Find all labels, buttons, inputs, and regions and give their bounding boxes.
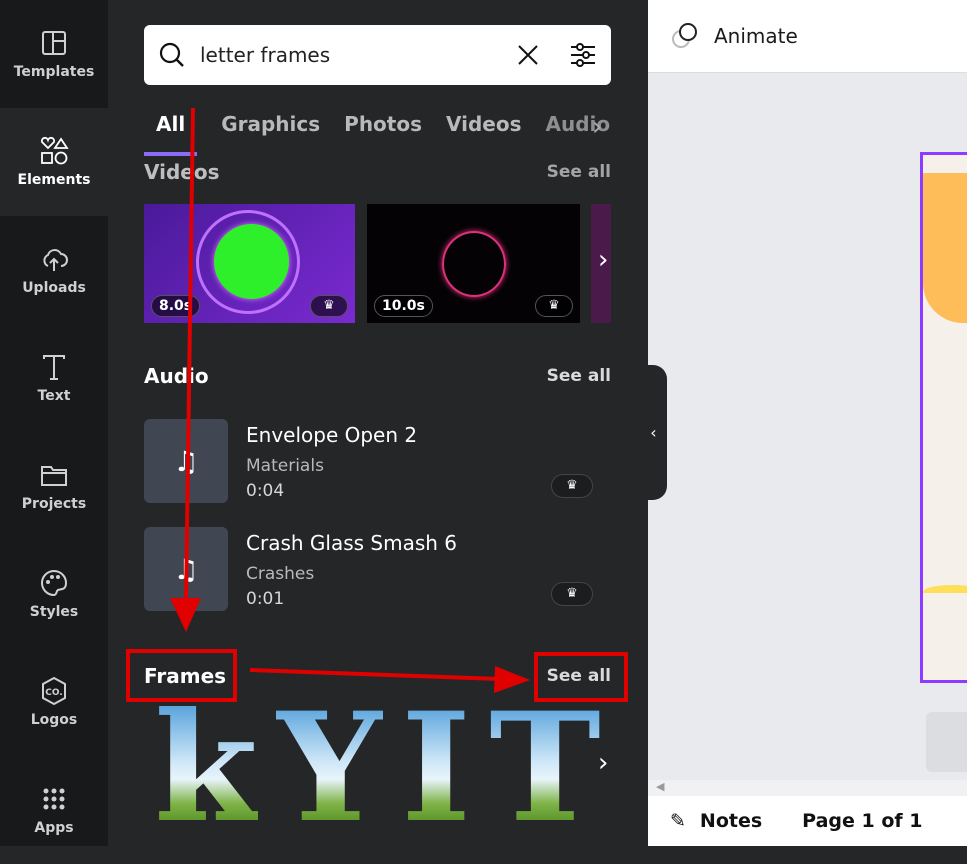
collapse-panel-button[interactable]: ‹ [640,365,667,500]
sidebar-item-label: Templates [13,64,95,80]
animate-button[interactable]: Animate [714,24,798,48]
music-note-icon: ♫ [144,419,228,503]
frames-section-header: Frames See all [144,664,611,688]
audio-category: Materials [246,456,324,476]
sidebar-item-templates[interactable]: Templates [0,0,108,108]
audio-duration: 0:04 [246,481,285,501]
sidebar-item-label: Apps [34,820,74,836]
sidebar-item-label: Uploads [22,280,86,296]
sidebar-item-projects[interactable]: Projects [0,432,108,540]
premium-crown-icon: ♛ [551,582,593,606]
tab-photos[interactable]: Photos [344,110,422,156]
section-title: Videos [144,160,220,184]
video-thumbnail[interactable]: 8.0s ♛ [144,204,355,323]
elements-panel: All Graphics Photos Videos Audio › Video… [108,0,648,846]
search-input[interactable] [200,43,517,67]
search-icon[interactable] [158,41,186,69]
audio-item[interactable]: ♫ Envelope Open 2 Materials 0:04 ♛ [144,419,611,504]
text-icon [43,355,65,380]
see-all-audio-link[interactable]: See all [547,366,611,386]
sidebar-item-text[interactable]: Text [0,324,108,432]
sidebar-item-label: Styles [29,604,79,620]
premium-crown-icon: ♛ [551,474,593,498]
sidebar-item-elements[interactable]: Elements [0,108,108,216]
apps-grid-icon [43,788,65,810]
filter-icon[interactable] [569,41,597,69]
sidebar-item-logos[interactable]: CO. Logos [0,648,108,756]
clear-icon[interactable] [517,44,539,66]
svg-text:CO.: CO. [45,688,62,698]
horizontal-scrollbar[interactable]: ◀ [648,780,967,796]
tabs-next-chevron-icon[interactable]: › [592,112,602,142]
elements-icon [40,136,69,165]
folder-icon [41,466,67,486]
sidebar-item-label: Projects [21,496,87,512]
search-bar [144,25,611,85]
see-all-videos-link[interactable]: See all [547,162,611,182]
upload-cloud-icon [43,249,68,271]
logo-co-icon: CO. [42,676,66,706]
audio-name: Crash Glass Smash 6 [246,531,458,555]
animate-icon[interactable] [670,21,700,51]
duration-badge: 8.0s [151,295,201,317]
notes-icon[interactable]: ✎ [670,810,686,832]
audio-category: Crashes [246,564,315,584]
tab-graphics[interactable]: Graphics [221,110,320,156]
sidebar-item-label: Elements [17,172,91,188]
audio-item[interactable]: ♫ Crash Glass Smash 6 Crashes 0:01 ♛ [144,527,611,612]
frames-carousel: k Y I T [154,706,610,828]
premium-crown-icon: ♛ [535,295,573,317]
frames-next-chevron-icon[interactable]: › [598,748,608,778]
sidebar-item-apps[interactable]: Apps [0,756,108,864]
tab-all[interactable]: All [144,110,198,156]
audio-name: Envelope Open 2 [246,423,418,447]
letter-frame[interactable]: k [154,706,258,828]
letter-frame[interactable]: Y [276,706,383,828]
video-thumbnail[interactable]: 10.0s ♛ [367,204,580,323]
letter-frame[interactable]: I [401,706,471,828]
canvas-area: Animate ◀ ✎ Notes Page 1 of 1 [648,0,967,846]
premium-crown-icon: ♛ [310,295,348,317]
audio-duration: 0:01 [246,589,285,609]
tab-videos[interactable]: Videos [446,110,522,156]
duration-badge: 10.0s [374,295,433,317]
sidebar: Templates Elements Uploads Text Projects… [0,0,108,846]
videos-section-header: Videos See all [144,160,611,184]
category-tabs: All Graphics Photos Videos Audio [144,110,614,156]
music-note-icon: ♫ [144,527,228,611]
sidebar-item-label: Text [37,388,71,404]
canvas-toolbar: Animate [648,0,967,73]
canvas-footer: ✎ Notes Page 1 of 1 [648,796,967,846]
design-page[interactable] [920,152,967,683]
page-indicator[interactable]: Page 1 of 1 [802,810,922,832]
audio-section-header: Audio See all [144,364,611,388]
letter-frame[interactable]: T [489,706,601,828]
sidebar-item-uploads[interactable]: Uploads [0,216,108,324]
palette-icon [41,569,68,597]
section-title: Audio [144,364,209,388]
add-page-button[interactable] [926,712,967,772]
templates-icon [42,31,66,55]
sidebar-item-styles[interactable]: Styles [0,540,108,648]
notes-button[interactable]: Notes [700,810,762,832]
sidebar-item-label: Logos [30,712,78,728]
see-all-frames-link[interactable]: See all [547,666,611,686]
section-title: Frames [144,664,227,688]
videos-next-chevron-icon[interactable]: › [598,245,608,275]
